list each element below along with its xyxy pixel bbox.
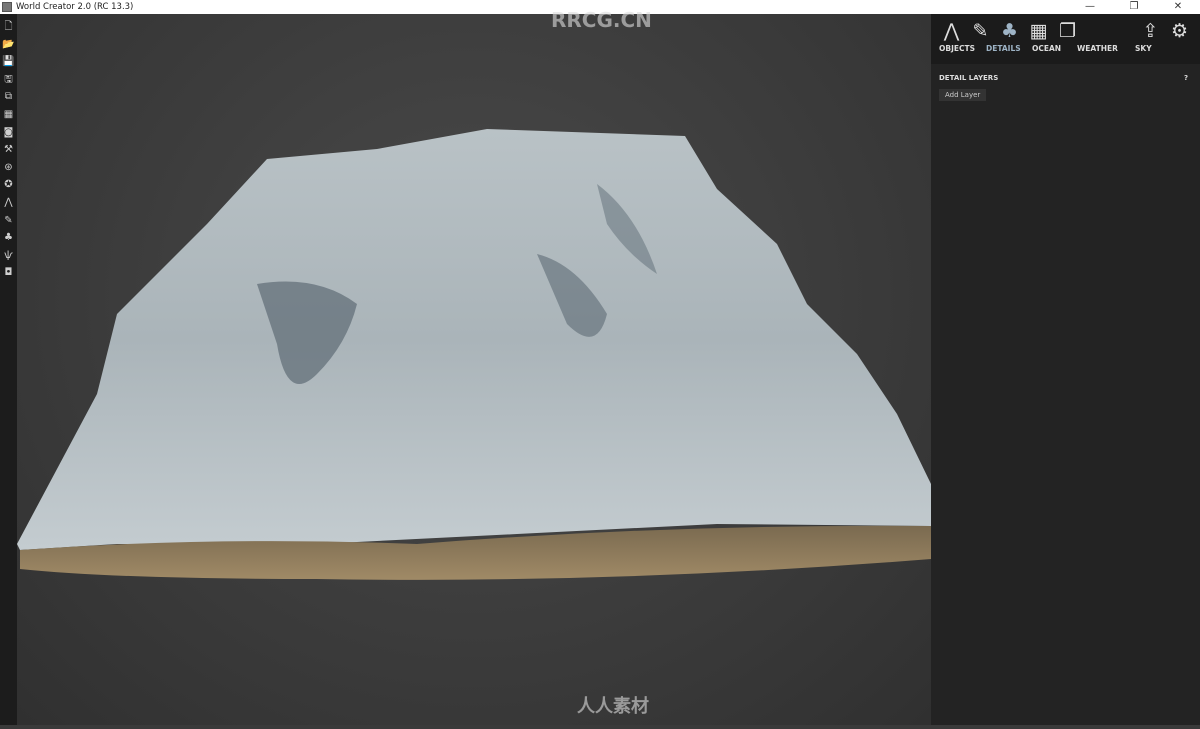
map-icon[interactable]: ▦ bbox=[4, 106, 13, 124]
open-folder-icon[interactable]: 📂 bbox=[2, 36, 14, 54]
trees-icon[interactable]: ♣ bbox=[995, 20, 1024, 42]
star-icon[interactable]: ✪ bbox=[4, 176, 12, 194]
restore-button[interactable]: ❐ bbox=[1112, 0, 1156, 14]
tab-sky[interactable]: SKY bbox=[1135, 44, 1175, 53]
map-icon[interactable]: ▦ bbox=[1024, 20, 1053, 42]
tab-weather[interactable]: WEATHER bbox=[1077, 44, 1135, 53]
tab-details[interactable]: DETAILS bbox=[986, 44, 1032, 53]
new-file-icon[interactable]: 🗋 bbox=[4, 18, 12, 36]
help-button[interactable]: ? bbox=[1184, 74, 1188, 82]
app-icon bbox=[2, 2, 12, 12]
trees-icon[interactable]: ♣ bbox=[4, 229, 13, 247]
globe-icon[interactable]: ⊛ bbox=[4, 159, 12, 177]
brush-icon[interactable]: ✎ bbox=[966, 20, 995, 42]
save-as-icon[interactable]: 🖫 bbox=[4, 71, 13, 89]
tab-ocean[interactable]: OCEAN bbox=[1032, 44, 1077, 53]
left-toolbar: 🗋 📂 💾 🖫 ⧉ ▦ ◙ ⚒ ⊛ ✪ ⋀ ✎ ♣ ѱ ◘ bbox=[0, 14, 17, 725]
watermark-bottom: 人人素材 bbox=[577, 696, 649, 717]
watermark-top: RRCG.CN bbox=[551, 8, 652, 32]
add-layer-button[interactable]: Add Layer bbox=[939, 89, 987, 101]
terrain-render bbox=[17, 129, 931, 580]
brush-icon[interactable]: ✎ bbox=[4, 212, 12, 230]
layers-icon[interactable]: ❐ bbox=[1053, 20, 1082, 42]
minimize-button[interactable]: — bbox=[1068, 0, 1112, 14]
export-icon[interactable]: ⇪ bbox=[1136, 20, 1165, 42]
window-title: World Creator 2.0 (RC 13.3) bbox=[16, 2, 134, 12]
save-icon[interactable]: 💾 bbox=[2, 53, 14, 71]
mountain-icon[interactable]: ⋀ bbox=[4, 194, 12, 212]
close-button[interactable]: ✕ bbox=[1156, 0, 1200, 14]
section-title: DETAIL LAYERS bbox=[939, 74, 999, 82]
paint-brush-icon[interactable]: ⚒ bbox=[4, 141, 13, 159]
binoculars-icon[interactable]: ◙ bbox=[4, 124, 14, 142]
terrain-icon[interactable]: ⋀ bbox=[937, 20, 966, 42]
right-panel: ⋀ ✎ ♣ ▦ ❐ ⇪ ⚙ OBJECTS DETAILS OCEAN WEATHER SKY DE… bbox=[931, 14, 1200, 725]
grass-icon[interactable]: ѱ bbox=[4, 247, 13, 265]
gear-icon[interactable]: ⚙ bbox=[1165, 20, 1194, 42]
tab-objects[interactable]: OBJECTS bbox=[939, 44, 986, 53]
import-icon[interactable]: ⧉ bbox=[5, 88, 12, 106]
3d-viewport[interactable]: RRCG.CN 人人素材 bbox=[17, 8, 931, 725]
camera-icon[interactable]: ◘ bbox=[5, 264, 13, 282]
